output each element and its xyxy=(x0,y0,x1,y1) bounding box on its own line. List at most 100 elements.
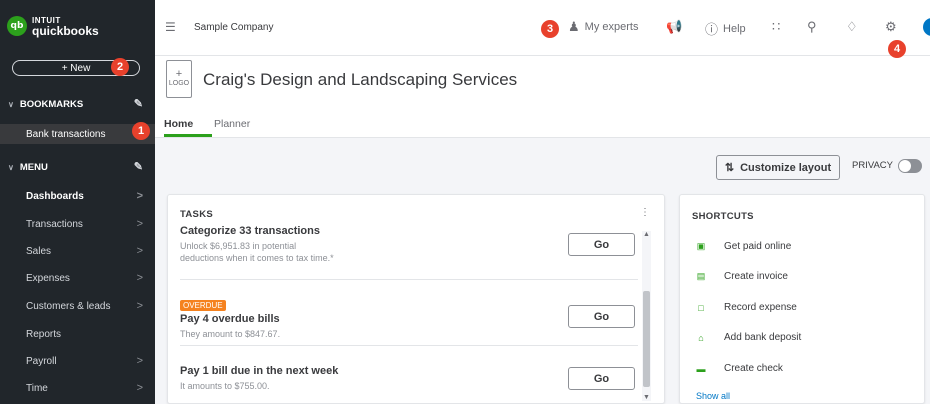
sidebar-item-customers-leads[interactable]: Customers & leads > xyxy=(0,296,155,316)
my-experts-button[interactable]: ♟ My experts xyxy=(568,19,638,35)
chevron-right-icon: > xyxy=(136,300,143,312)
edit-bookmarks-icon[interactable]: ✎ xyxy=(134,97,143,110)
logo-line2: quickbooks xyxy=(32,24,99,38)
sidebar-item-label: Expenses xyxy=(26,272,70,284)
tasks-scrollbar[interactable]: ▲ ▼ xyxy=(642,231,651,401)
sidebar-item-sales[interactable]: Sales > xyxy=(0,241,155,261)
gear-icon: ⚙ xyxy=(885,19,897,34)
logo-wordmark: INTUIT quickbooks xyxy=(32,16,99,38)
help-label: Help xyxy=(723,22,746,35)
more-options-icon[interactable]: ⋮ xyxy=(640,207,650,218)
qb-logo-icon: qb xyxy=(7,16,27,36)
sidebar-item-label: Dashboards xyxy=(26,190,84,202)
annotation-badge-4: 4 xyxy=(888,40,906,58)
go-button[interactable]: Go xyxy=(568,233,635,256)
edit-menu-icon[interactable]: ✎ xyxy=(134,160,143,173)
scroll-down-icon[interactable]: ▼ xyxy=(643,394,650,401)
scroll-up-icon[interactable]: ▲ xyxy=(643,231,650,238)
question-circle-icon: ⓘ xyxy=(705,22,719,37)
toggle-knob xyxy=(899,160,911,172)
chevron-right-icon: > xyxy=(136,272,143,284)
shortcut-label: Get paid online xyxy=(724,241,792,252)
sidebar-item-dashboards[interactable]: Dashboards > xyxy=(0,186,155,206)
overdue-badge: OVERDUE xyxy=(180,300,226,311)
shortcut-label: Create invoice xyxy=(724,271,788,282)
go-button[interactable]: Go xyxy=(568,367,635,390)
settings-button[interactable]: ⚙ xyxy=(885,19,902,35)
menu-label: MENU xyxy=(19,161,48,173)
expense-icon: □ xyxy=(698,302,704,313)
tasks-heading: TASKS xyxy=(180,209,213,220)
search-button[interactable]: ⚲ xyxy=(807,19,822,35)
tab-bar: Home Planner xyxy=(155,110,930,138)
sidebar-item-label: Bank transactions xyxy=(26,128,106,140)
avatar[interactable] xyxy=(923,18,930,36)
bell-icon: ♢ xyxy=(846,19,858,34)
sidebar: qb INTUIT quickbooks + New ∨ BOOKMARKS ✎… xyxy=(0,0,155,404)
sidebar-item-payroll[interactable]: Payroll > xyxy=(0,351,155,371)
quickbooks-logo[interactable]: qb INTUIT quickbooks xyxy=(7,16,99,38)
shortcut-create-check[interactable]: ▬ Create check xyxy=(694,363,783,374)
sidebar-item-expenses[interactable]: Expenses > xyxy=(0,268,155,288)
apps-grid-icon: ∷ xyxy=(772,19,781,34)
shortcut-add-bank-deposit[interactable]: ⌂ Add bank deposit xyxy=(694,332,801,343)
scroll-thumb[interactable] xyxy=(643,291,650,387)
tasks-card: TASKS ⋮ Categorize 33 transactions Unloc… xyxy=(167,194,665,404)
annotation-badge-2: 2 xyxy=(111,58,129,76)
sidebar-item-label: Payroll xyxy=(26,355,57,367)
logo-placeholder-text: LOGO xyxy=(168,80,190,87)
megaphone-button[interactable]: 📢 xyxy=(666,19,687,35)
shortcut-create-invoice[interactable]: ▤ Create invoice xyxy=(694,271,788,282)
tab-planner[interactable]: Planner xyxy=(214,118,250,130)
bookmarks-label: BOOKMARKS xyxy=(19,98,84,110)
shortcuts-heading: SHORTCUTS xyxy=(692,211,754,222)
chevron-right-icon: > xyxy=(136,218,143,230)
chevron-down-icon: ∨ xyxy=(8,162,14,172)
invoice-icon: ▤ xyxy=(696,271,706,281)
sidebar-item-label: Reports xyxy=(26,328,62,340)
notifications-button[interactable]: ♢ xyxy=(846,19,863,35)
plus-icon: + xyxy=(175,68,183,80)
sidebar-item-label: Time xyxy=(26,382,48,394)
divider xyxy=(180,345,638,346)
sidebar-item-reports[interactable]: Reports xyxy=(0,324,155,344)
sidebar-item-time[interactable]: Time > xyxy=(0,378,155,398)
sidebar-item-label: Customers & leads xyxy=(26,300,111,312)
annotation-badge-1: 1 xyxy=(132,122,150,140)
tab-home[interactable]: Home xyxy=(164,118,193,130)
chevron-right-icon: > xyxy=(136,382,143,394)
collapse-menu-icon[interactable]: ☰ xyxy=(165,20,176,34)
customize-layout-button[interactable]: ⇅ Customize layout xyxy=(716,155,840,180)
payment-icon: ▣ xyxy=(696,241,706,251)
shortcut-label: Create check xyxy=(724,363,783,374)
my-experts-label: My experts xyxy=(584,21,639,33)
privacy-toggle[interactable] xyxy=(898,159,922,173)
megaphone-icon: 📢 xyxy=(666,19,683,34)
bank-icon: ⌂ xyxy=(698,332,704,343)
active-tab-indicator xyxy=(164,134,212,137)
check-icon: ▬ xyxy=(696,363,706,374)
menu-section-header[interactable]: ∨ MENU ✎ xyxy=(0,158,155,176)
chevron-right-icon: > xyxy=(136,245,143,257)
show-all-link[interactable]: Show all xyxy=(696,391,730,401)
sliders-icon: ⇅ xyxy=(724,162,735,174)
task-description: They amount to $847.67. xyxy=(180,329,281,339)
chevron-right-icon: > xyxy=(136,190,143,202)
annotation-badge-3: 3 xyxy=(541,20,559,38)
page-title: Craig's Design and Landscaping Services xyxy=(203,70,518,89)
go-button[interactable]: Go xyxy=(568,305,635,328)
company-logo-upload[interactable]: + LOGO xyxy=(166,60,192,98)
shortcut-record-expense[interactable]: □ Record expense xyxy=(694,302,797,313)
bookmarks-section-header[interactable]: ∨ BOOKMARKS ✎ xyxy=(0,95,155,113)
apps-grid-button[interactable]: ∷ xyxy=(772,19,785,35)
person-icon: ♟ xyxy=(568,19,580,34)
shortcut-get-paid-online[interactable]: ▣ Get paid online xyxy=(694,241,792,252)
sidebar-item-label: Sales xyxy=(26,245,52,257)
help-button[interactable]: ⓘ Help xyxy=(705,19,746,38)
divider xyxy=(180,279,638,280)
quickbooks-app: qb INTUIT quickbooks + New ∨ BOOKMARKS ✎… xyxy=(0,0,930,404)
company-name[interactable]: Sample Company xyxy=(194,22,273,33)
shortcut-label: Add bank deposit xyxy=(724,332,802,343)
sidebar-item-transactions[interactable]: Transactions > xyxy=(0,214,155,234)
privacy-label: PRIVACY xyxy=(852,160,894,171)
